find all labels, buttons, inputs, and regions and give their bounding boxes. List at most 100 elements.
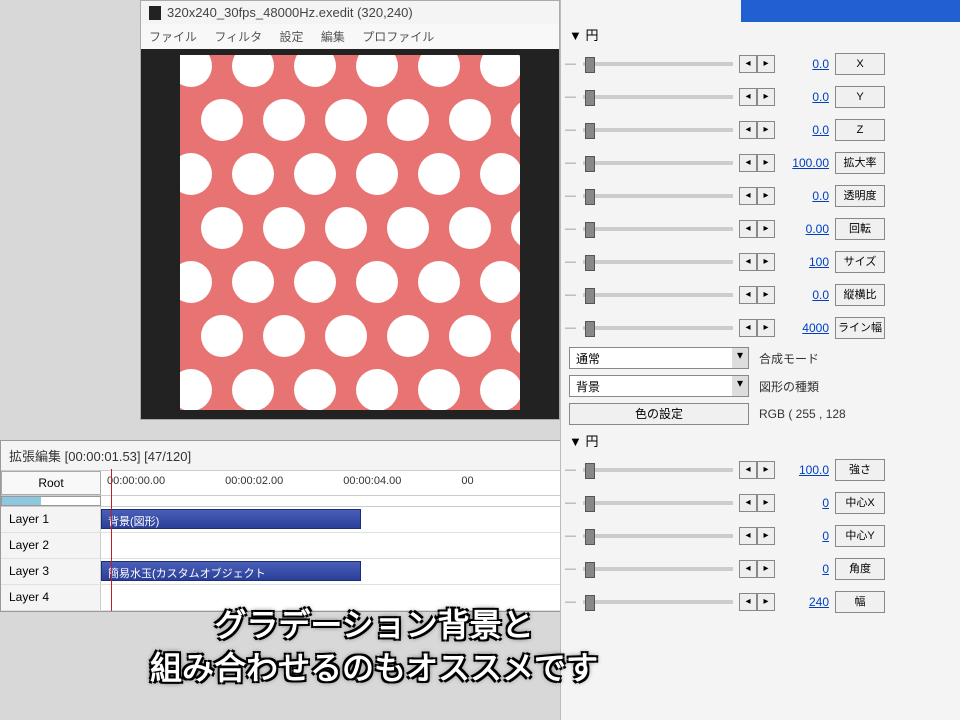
param-button-縦横比[interactable]: 縦横比 [835, 284, 885, 306]
slider[interactable] [583, 128, 733, 132]
menu-profile[interactable]: プロファイル [362, 30, 434, 44]
layer-label-3[interactable]: Layer 3 [1, 559, 101, 584]
param-button-サイズ[interactable]: サイズ [835, 251, 885, 273]
decrement-icon[interactable]: ◂ [739, 187, 757, 205]
param-value[interactable]: 0.0 [775, 57, 835, 71]
param-value[interactable]: 0 [775, 562, 835, 576]
increment-icon[interactable]: ▸ [757, 88, 775, 106]
spinner[interactable]: ◂▸ [739, 253, 775, 271]
increment-icon[interactable]: ▸ [757, 253, 775, 271]
slider[interactable] [583, 194, 733, 198]
spinner[interactable]: ◂▸ [739, 88, 775, 106]
param-button-回転[interactable]: 回転 [835, 218, 885, 240]
increment-icon[interactable]: ▸ [757, 461, 775, 479]
spinner[interactable]: ◂▸ [739, 461, 775, 479]
increment-icon[interactable]: ▸ [757, 494, 775, 512]
increment-icon[interactable]: ▸ [757, 121, 775, 139]
spinner[interactable]: ◂▸ [739, 154, 775, 172]
section-toggle-2[interactable]: ▼ 円 [561, 428, 960, 453]
spinner[interactable]: ◂▸ [739, 593, 775, 611]
decrement-icon[interactable]: ◂ [739, 121, 757, 139]
increment-icon[interactable]: ▸ [757, 286, 775, 304]
param-button-Z[interactable]: Z [835, 119, 885, 141]
section-toggle-1[interactable]: ▼ 円 [561, 22, 960, 47]
param-button-透明度[interactable]: 透明度 [835, 185, 885, 207]
slider[interactable] [583, 62, 733, 66]
slider[interactable] [583, 567, 733, 571]
param-value[interactable]: 4000 [775, 321, 835, 335]
param-value[interactable]: 0.0 [775, 189, 835, 203]
shape-type-combo[interactable]: 背景▾ [569, 375, 749, 397]
spinner[interactable]: ◂▸ [739, 55, 775, 73]
increment-icon[interactable]: ▸ [757, 187, 775, 205]
slider[interactable] [583, 293, 733, 297]
slider[interactable] [583, 227, 733, 231]
clip-polka-custom[interactable]: 簡易水玉(カスタムオブジェクト [101, 561, 361, 581]
param-value[interactable]: 0 [775, 529, 835, 543]
increment-icon[interactable]: ▸ [757, 593, 775, 611]
decrement-icon[interactable]: ◂ [739, 527, 757, 545]
param-button-Y[interactable]: Y [835, 86, 885, 108]
menu-file[interactable]: ファイル [149, 30, 197, 44]
decrement-icon[interactable]: ◂ [739, 88, 757, 106]
color-settings-button[interactable]: 色の設定 [569, 403, 749, 425]
decrement-icon[interactable]: ◂ [739, 286, 757, 304]
layer-label-4[interactable]: Layer 4 [1, 585, 101, 610]
increment-icon[interactable]: ▸ [757, 319, 775, 337]
increment-icon[interactable]: ▸ [757, 560, 775, 578]
param-value[interactable]: 0.0 [775, 288, 835, 302]
slider[interactable] [583, 326, 733, 330]
decrement-icon[interactable]: ◂ [739, 461, 757, 479]
param-button-幅[interactable]: 幅 [835, 591, 885, 613]
blend-mode-combo[interactable]: 通常▾ [569, 347, 749, 369]
decrement-icon[interactable]: ◂ [739, 593, 757, 611]
param-button-X[interactable]: X [835, 53, 885, 75]
menu-edit[interactable]: 編集 [321, 30, 345, 44]
increment-icon[interactable]: ▸ [757, 154, 775, 172]
menu-settings[interactable]: 設定 [279, 30, 303, 44]
param-value[interactable]: 0.00 [775, 222, 835, 236]
spinner[interactable]: ◂▸ [739, 121, 775, 139]
decrement-icon[interactable]: ◂ [739, 55, 757, 73]
param-value[interactable]: 0 [775, 496, 835, 510]
time-ruler[interactable]: 00:00:00.00 00:00:02.00 00:00:04.00 00 [101, 471, 569, 495]
slider[interactable] [583, 161, 733, 165]
layer-label-2[interactable]: Layer 2 [1, 533, 101, 558]
slider[interactable] [583, 260, 733, 264]
param-value[interactable]: 100.00 [775, 156, 835, 170]
spinner[interactable]: ◂▸ [739, 527, 775, 545]
increment-icon[interactable]: ▸ [757, 527, 775, 545]
param-button-中心Y[interactable]: 中心Y [835, 525, 885, 547]
param-value[interactable]: 100.0 [775, 463, 835, 477]
decrement-icon[interactable]: ◂ [739, 253, 757, 271]
param-button-強さ[interactable]: 強さ [835, 459, 885, 481]
param-value[interactable]: 0.0 [775, 90, 835, 104]
param-button-拡大率[interactable]: 拡大率 [835, 152, 885, 174]
slider[interactable] [583, 600, 733, 604]
decrement-icon[interactable]: ◂ [739, 154, 757, 172]
param-button-中心X[interactable]: 中心X [835, 492, 885, 514]
slider[interactable] [583, 468, 733, 472]
increment-icon[interactable]: ▸ [757, 55, 775, 73]
slider[interactable] [583, 501, 733, 505]
param-button-角度[interactable]: 角度 [835, 558, 885, 580]
param-button-ライン幅[interactable]: ライン幅 [835, 317, 885, 339]
param-value[interactable]: 0.0 [775, 123, 835, 137]
track-2[interactable] [101, 533, 569, 558]
spinner[interactable]: ◂▸ [739, 560, 775, 578]
spinner[interactable]: ◂▸ [739, 187, 775, 205]
decrement-icon[interactable]: ◂ [739, 220, 757, 238]
track-1[interactable]: 背景(図形) [101, 507, 569, 532]
decrement-icon[interactable]: ◂ [739, 560, 757, 578]
increment-icon[interactable]: ▸ [757, 220, 775, 238]
spinner[interactable]: ◂▸ [739, 319, 775, 337]
param-value[interactable]: 240 [775, 595, 835, 609]
param-value[interactable]: 100 [775, 255, 835, 269]
menu-filter[interactable]: フィルタ [214, 30, 262, 44]
track-3[interactable]: 簡易水玉(カスタムオブジェクト [101, 559, 569, 584]
decrement-icon[interactable]: ◂ [739, 494, 757, 512]
spinner[interactable]: ◂▸ [739, 494, 775, 512]
slider[interactable] [583, 95, 733, 99]
playhead[interactable] [111, 469, 112, 611]
spinner[interactable]: ◂▸ [739, 220, 775, 238]
